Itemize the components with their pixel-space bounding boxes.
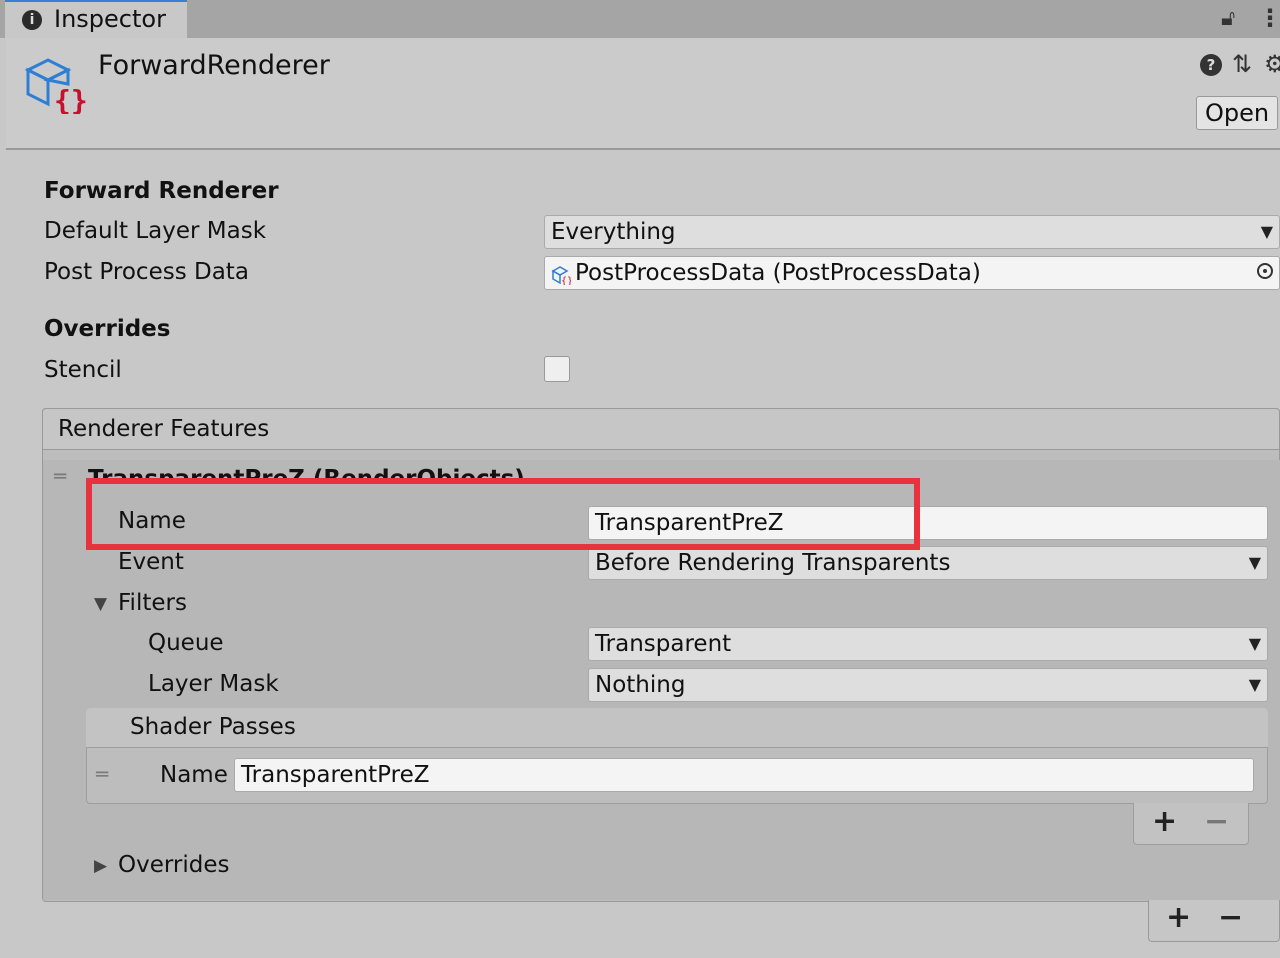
filters-foldout-label[interactable]: Filters	[118, 590, 187, 616]
tab-bar	[0, 0, 1280, 38]
open-button[interactable]: Open	[1196, 96, 1278, 130]
help-icon[interactable]: ?	[1200, 54, 1222, 76]
presets-icon[interactable]: ⇅	[1232, 50, 1252, 78]
layer-mask-dropdown[interactable]: Nothing ▼	[588, 668, 1268, 702]
asset-title: ForwardRenderer	[98, 50, 330, 81]
chevron-down-icon: ▼	[1248, 675, 1261, 694]
queue-value: Transparent	[595, 631, 732, 657]
remove-renderer-feature-button[interactable]: −	[1218, 900, 1243, 935]
event-dropdown[interactable]: Before Rendering Transparents ▼	[588, 546, 1268, 580]
shader-pass-name-input[interactable]: TransparentPreZ	[234, 758, 1254, 792]
chevron-down-icon: ▼	[1248, 553, 1261, 572]
svg-text:{}: {}	[561, 276, 571, 285]
tab-inspector-label: Inspector	[54, 5, 166, 33]
default-layer-mask-label: Default Layer Mask	[44, 218, 267, 244]
post-process-data-label: Post Process Data	[44, 259, 249, 285]
highlight-annotation	[86, 478, 920, 550]
info-icon: i	[22, 10, 42, 30]
default-layer-mask-value: Everything	[551, 219, 676, 245]
chevron-down-icon: ▼	[1260, 222, 1273, 241]
add-shader-pass-button[interactable]: +	[1152, 804, 1177, 839]
chevron-down-icon: ▼	[1248, 634, 1261, 653]
drag-handle-icon[interactable]: ═	[54, 464, 66, 488]
remove-shader-pass-button[interactable]: −	[1204, 804, 1229, 839]
forward-renderer-section-title: Forward Renderer	[44, 178, 279, 204]
filters-expanded-icon[interactable]: ▼	[94, 594, 107, 614]
shader-pass-name-label: Name	[160, 762, 228, 788]
post-process-data-field[interactable]: {} PostProcessData (PostProcessData)	[544, 256, 1280, 290]
shader-passes-title: Shader Passes	[130, 714, 296, 740]
object-picker-icon[interactable]	[1257, 263, 1273, 279]
add-renderer-feature-button[interactable]: +	[1166, 900, 1191, 935]
layer-mask-label: Layer Mask	[148, 671, 279, 697]
svg-text:{}: {}	[54, 84, 86, 114]
feature-overrides-foldout-label[interactable]: Overrides	[118, 852, 230, 878]
menu-icon[interactable]: ⋮	[1258, 4, 1280, 32]
overrides-collapsed-icon[interactable]: ▶	[94, 856, 107, 876]
layer-mask-value: Nothing	[595, 672, 686, 698]
post-process-asset-icon: {}	[551, 266, 571, 285]
drag-handle-icon[interactable]: ═	[96, 762, 108, 786]
default-layer-mask-dropdown[interactable]: Everything ▼	[544, 215, 1280, 249]
queue-dropdown[interactable]: Transparent ▼	[588, 627, 1268, 661]
stencil-checkbox[interactable]	[544, 356, 570, 382]
post-process-data-value: PostProcessData (PostProcessData)	[575, 260, 981, 286]
lock-icon[interactable]: 🔓︎	[1221, 6, 1235, 31]
shader-passes-footer	[1133, 803, 1249, 845]
renderer-features-title: Renderer Features	[58, 416, 270, 442]
renderer-asset-icon: {}	[24, 58, 86, 114]
stencil-label: Stencil	[44, 357, 122, 383]
gear-icon[interactable]: ⚙	[1264, 50, 1280, 78]
queue-label: Queue	[148, 630, 224, 656]
overrides-section-title: Overrides	[44, 316, 171, 342]
event-label: Event	[118, 549, 184, 575]
event-value: Before Rendering Transparents	[595, 550, 951, 576]
